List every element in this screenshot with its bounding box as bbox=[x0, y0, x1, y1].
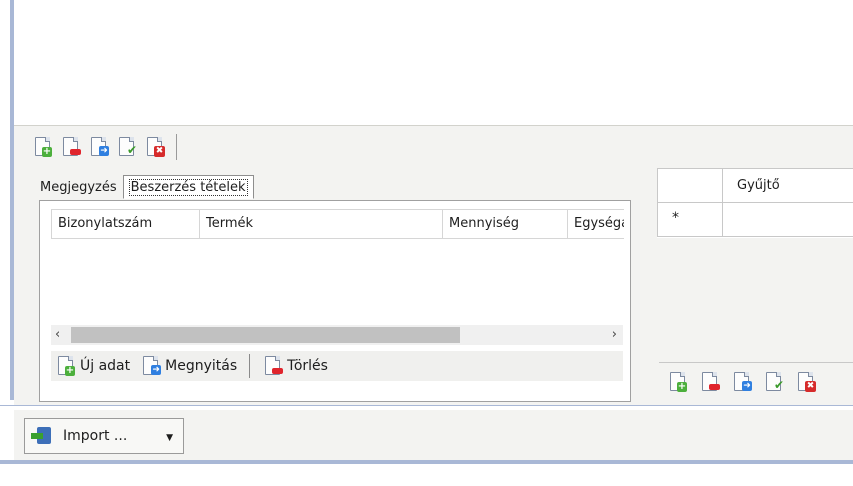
bottom-border bbox=[0, 460, 853, 464]
record-toolbar: + ➜ ✔ ✖ bbox=[32, 132, 177, 162]
new-item-button[interactable]: + Új adat bbox=[51, 353, 134, 379]
tab-beszerzes-tetelek[interactable]: Beszerzés tételek bbox=[122, 175, 254, 199]
tab-megjegyzes[interactable]: Megjegyzés bbox=[34, 176, 123, 198]
grid-corner bbox=[658, 169, 723, 202]
import-icon bbox=[31, 425, 53, 447]
row-header: * bbox=[658, 202, 723, 236]
open-doc-icon: ➜ bbox=[140, 355, 162, 377]
delete-doc-icon bbox=[262, 355, 284, 377]
scroll-right-icon[interactable]: › bbox=[612, 327, 617, 342]
empty-form-area bbox=[14, 0, 853, 125]
dropdown-arrow-icon[interactable]: ▼ bbox=[166, 433, 173, 443]
column-header-egysegar[interactable]: Egységá bbox=[568, 210, 624, 238]
open-item-button[interactable]: ➜ Megnyitás bbox=[136, 353, 241, 379]
check-doc-icon[interactable]: ✔ bbox=[116, 136, 138, 158]
items-grid-header: Bizonylatszám Termék Mennyiség Egységá bbox=[51, 209, 624, 239]
toolbar-separator bbox=[249, 354, 251, 378]
column-header-mennyiseg[interactable]: Mennyiség bbox=[443, 210, 568, 238]
open-doc-icon[interactable]: ➜ bbox=[731, 371, 753, 393]
cancel-doc-icon[interactable]: ✖ bbox=[144, 136, 166, 158]
delete-item-button[interactable]: Törlés bbox=[258, 353, 332, 379]
new-row-marker: * bbox=[672, 210, 679, 226]
column-header-gyujto[interactable]: Gyűjtő bbox=[723, 169, 780, 202]
column-header-bizonylatszam[interactable]: Bizonylatszám bbox=[52, 210, 200, 238]
items-grid-panel: Bizonylatszám Termék Mennyiség Egységá ‹… bbox=[39, 200, 631, 402]
scroll-left-icon[interactable]: ‹ bbox=[55, 327, 60, 342]
main-panel: + ➜ ✔ ✖ Megjegyzés Beszerzés tételek Biz… bbox=[14, 125, 853, 406]
delete-doc-icon[interactable] bbox=[60, 136, 82, 158]
cancel-doc-icon[interactable]: ✖ bbox=[795, 371, 817, 393]
collector-grid: Gyűjtő * bbox=[657, 168, 853, 238]
delete-doc-icon[interactable] bbox=[699, 371, 721, 393]
add-doc-icon: + bbox=[55, 355, 77, 377]
collector-grid-header: Gyűjtő bbox=[657, 168, 853, 203]
horizontal-scrollbar[interactable]: ‹ › bbox=[51, 325, 623, 345]
add-doc-icon[interactable]: + bbox=[32, 136, 54, 158]
check-doc-icon[interactable]: ✔ bbox=[763, 371, 785, 393]
items-grid-toolbar: + Új adat ➜ Megnyitás Törlés bbox=[51, 351, 623, 381]
add-doc-icon[interactable]: + bbox=[667, 371, 689, 393]
toolbar-separator bbox=[176, 134, 177, 160]
import-dropdown-button[interactable]: Import ... ▼ bbox=[24, 418, 184, 454]
column-header-termek[interactable]: Termék bbox=[200, 210, 443, 238]
collector-toolbar: + ➜ ✔ ✖ bbox=[659, 362, 853, 400]
open-doc-icon[interactable]: ➜ bbox=[88, 136, 110, 158]
bottom-bar: Import ... ▼ bbox=[14, 410, 853, 460]
table-row-new[interactable]: * bbox=[657, 202, 853, 237]
scrollbar-thumb[interactable] bbox=[71, 327, 460, 343]
tab-strip: Megjegyzés Beszerzés tételek bbox=[34, 172, 254, 199]
